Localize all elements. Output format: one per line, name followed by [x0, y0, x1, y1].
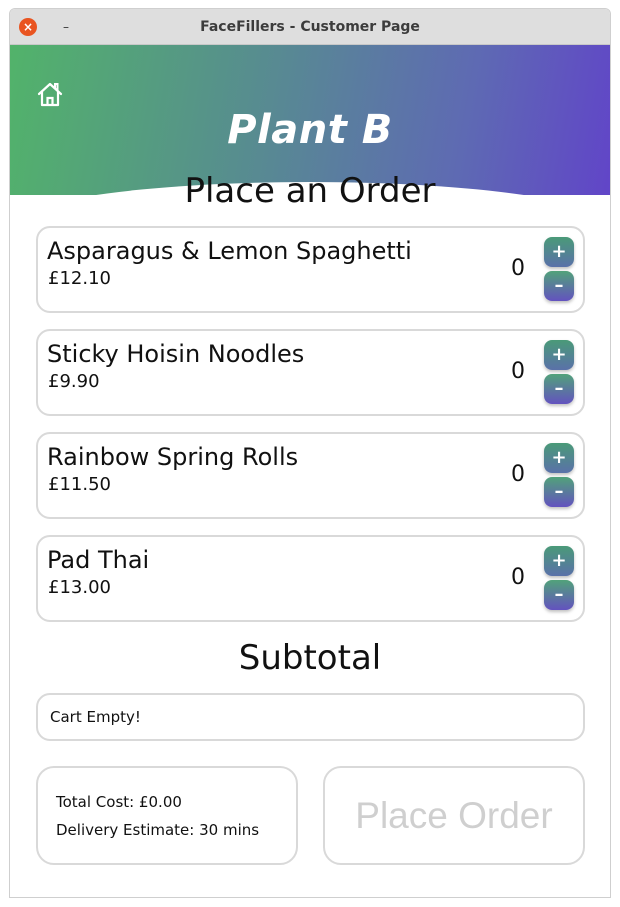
order-totals: Total Cost: £0.00 Delivery Estimate: 30 …	[36, 766, 298, 865]
item-price: £13.00	[48, 577, 111, 598]
app-window: × – FaceFillers - Customer Page Plant B …	[9, 8, 611, 898]
menu-item: Asparagus & Lemon Spaghetti £12.10 0 + –	[36, 226, 585, 313]
item-quantity: 0	[511, 359, 525, 384]
decrease-quantity-button[interactable]: –	[544, 477, 574, 507]
item-quantity: 0	[511, 565, 525, 590]
menu-item: Rainbow Spring Rolls £11.50 0 + –	[36, 432, 585, 519]
subtotal-title: Subtotal	[238, 638, 382, 678]
decrease-quantity-button[interactable]: –	[544, 271, 574, 301]
total-cost: Total Cost: £0.00	[56, 793, 182, 811]
order-section-title: Place an Order	[184, 171, 436, 211]
item-price: £9.90	[48, 371, 100, 392]
item-name: Asparagus & Lemon Spaghetti	[47, 237, 412, 265]
item-name: Sticky Hoisin Noodles	[47, 340, 305, 368]
item-quantity: 0	[511, 256, 525, 281]
menu-item: Sticky Hoisin Noodles £9.90 0 + –	[36, 329, 585, 416]
item-quantity: 0	[511, 462, 525, 487]
increase-quantity-button[interactable]: +	[544, 443, 574, 473]
title-bar: × – FaceFillers - Customer Page	[10, 9, 610, 45]
decrease-quantity-button[interactable]: –	[544, 374, 574, 404]
increase-quantity-button[interactable]: +	[544, 237, 574, 267]
decrease-quantity-button[interactable]: –	[544, 580, 574, 610]
item-name: Rainbow Spring Rolls	[47, 443, 299, 471]
place-order-button[interactable]: Place Order	[323, 766, 585, 865]
cart-status: Cart Empty!	[50, 708, 141, 726]
cart-summary: Cart Empty!	[36, 693, 585, 741]
item-price: £12.10	[48, 268, 111, 289]
window-title: FaceFillers - Customer Page	[200, 19, 420, 35]
restaurant-name: Plant B	[227, 107, 393, 153]
delivery-estimate: Delivery Estimate: 30 mins	[56, 821, 260, 839]
increase-quantity-button[interactable]: +	[544, 546, 574, 576]
menu-item: Pad Thai £13.00 0 + –	[36, 535, 585, 622]
increase-quantity-button[interactable]: +	[544, 340, 574, 370]
item-name: Pad Thai	[47, 546, 150, 574]
item-price: £11.50	[48, 474, 111, 495]
